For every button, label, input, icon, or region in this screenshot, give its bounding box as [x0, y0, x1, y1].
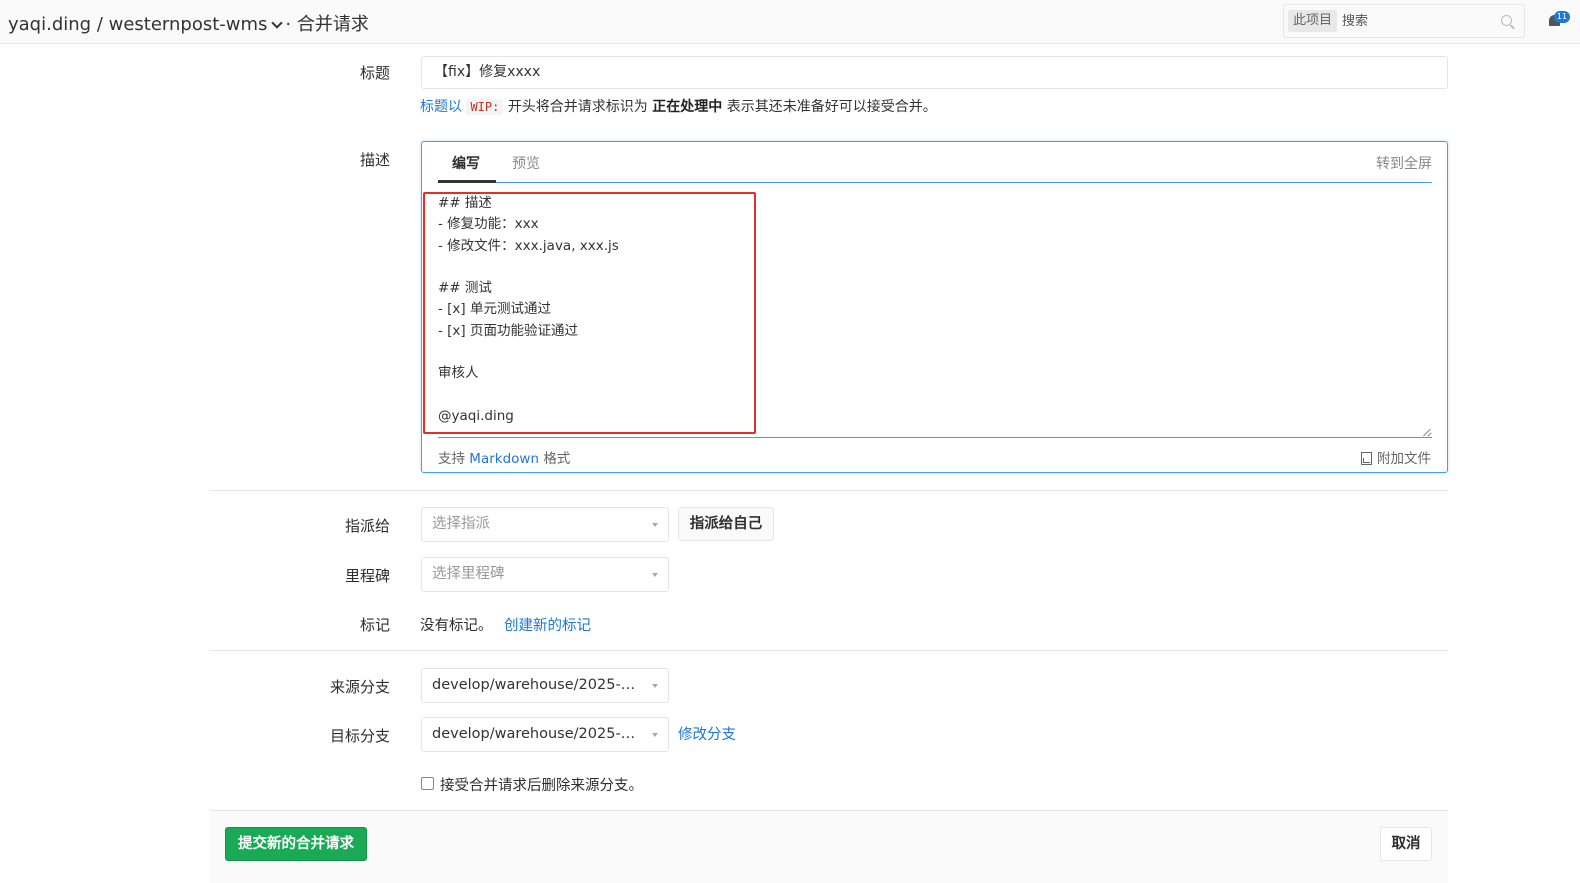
description-textarea[interactable]: ## 描述 - 修复功能：xxx - 修改文件：xxx.java, xxx.js #… — [438, 192, 1432, 438]
md-suffix: 格式 — [543, 451, 571, 467]
title-label: 标题 — [359, 64, 390, 82]
breadcrumb-project[interactable]: westernpost-wms — [109, 14, 268, 35]
description-text: ## 描述 - 修复功能：xxx - 修改文件：xxx.java, xxx.js #… — [438, 193, 619, 427]
fullscreen-link[interactable]: 转到全屏 — [1376, 153, 1432, 173]
notification-badge: 11 — [1554, 11, 1570, 23]
markdown-note: 支持 Markdown 格式 — [438, 447, 570, 467]
editor-tabs: 编写 预览 转到全屏 — [438, 142, 1432, 183]
tab-write[interactable]: 编写 — [452, 153, 480, 173]
description-line: - 修复功能：xxx — [438, 216, 539, 233]
breadcrumb-page: · 合并请求 — [285, 14, 369, 35]
description-line: - [x] 单元测试通过 — [438, 301, 551, 318]
caret-down-icon — [652, 573, 658, 577]
assignee-select[interactable]: 选择指派 — [421, 507, 669, 542]
search-box[interactable]: 此项目 — [1283, 4, 1525, 38]
chevron-down-icon[interactable] — [271, 17, 284, 29]
description-line: @yaqi.ding — [438, 407, 514, 424]
image-file-icon — [1361, 452, 1372, 465]
description-label: 描述 — [359, 151, 390, 169]
tab-preview[interactable]: 预览 — [512, 153, 540, 173]
delete-source-checkbox[interactable] — [421, 777, 434, 790]
description-line: - 修改文件：xxx.java, xxx.js — [438, 237, 619, 254]
source-branch-value: develop/warehouse/2025-07-lg... — [432, 677, 644, 693]
assignee-label: 指派给 — [344, 517, 390, 535]
milestone-select[interactable]: 选择里程碑 — [421, 557, 669, 592]
section-divider — [210, 650, 1448, 651]
description-line: - [x] 页面功能验证通过 — [438, 322, 578, 339]
search-icon — [1501, 15, 1512, 26]
wip-hint: 标题以 WIP: 开头将合并请求标识为 正在处理中 表示其还未准备好可以接受合并… — [420, 96, 937, 116]
hint-prefix-link[interactable]: 标题以 — [420, 99, 462, 115]
target-branch-select[interactable]: develop/warehouse/2025-07-lg... — [421, 717, 669, 752]
top-header: yaqi.ding / westernpost-wms · 合并请求 此项目 11 — [0, 0, 1580, 44]
no-labels-text: 没有标记。 — [420, 618, 493, 634]
wip-code: WIP: — [466, 99, 504, 115]
source-branch-select[interactable]: develop/warehouse/2025-07-lg... — [421, 668, 669, 703]
target-branch-value: develop/warehouse/2025-07-lg... — [432, 726, 644, 742]
attach-label: 附加文件 — [1377, 451, 1431, 467]
form-actions — [210, 810, 1448, 883]
cancel-button[interactable]: 取消 — [1380, 827, 1432, 861]
labels-label: 标记 — [359, 616, 390, 634]
description-line: ## 描述 — [438, 195, 492, 211]
description-editor: 编写 预览 转到全屏 ## 描述 - 修复功能：xxx - 修改文件：xxx.jav… — [421, 141, 1448, 473]
hint-bold: 正在处理中 — [652, 99, 723, 115]
target-branch-label: 目标分支 — [329, 727, 390, 745]
milestone-placeholder: 选择里程碑 — [432, 566, 505, 582]
breadcrumb-separator: / — [91, 14, 109, 35]
description-line: 审核人 — [438, 365, 479, 382]
description-line — [438, 342, 619, 363]
caret-down-icon — [652, 523, 658, 527]
caret-down-icon — [652, 733, 658, 737]
hint-suffix: 表示其还未准备好可以接受合并。 — [726, 99, 937, 115]
md-prefix: 支持 — [438, 451, 465, 467]
title-input[interactable]: 【fix】修复xxxx — [421, 56, 1448, 89]
assignee-placeholder: 选择指派 — [432, 516, 490, 532]
notification-bell-icon[interactable]: 11 — [1548, 11, 1570, 29]
submit-merge-request-button[interactable]: 提交新的合并请求 — [225, 827, 367, 861]
change-branch-link[interactable]: 修改分支 — [678, 723, 736, 744]
milestone-label: 里程碑 — [344, 567, 390, 585]
description-line — [438, 385, 619, 406]
breadcrumb: yaqi.ding / westernpost-wms · 合并请求 — [8, 10, 369, 36]
description-line — [438, 257, 619, 278]
assign-to-me-button[interactable]: 指派给自己 — [678, 507, 774, 541]
hint-middle: 开头将合并请求标识为 — [507, 99, 648, 115]
search-input[interactable] — [1342, 9, 1492, 33]
attach-file-button[interactable]: 附加文件 — [1361, 447, 1431, 467]
active-tab-underline — [438, 180, 496, 183]
caret-down-icon — [652, 684, 658, 688]
description-line: ## 测试 — [438, 280, 492, 297]
create-label-link[interactable]: 创建新的标记 — [504, 614, 591, 635]
source-branch-label: 来源分支 — [329, 678, 390, 696]
section-divider — [210, 490, 1448, 491]
resize-handle-icon[interactable] — [1423, 428, 1431, 436]
search-scope-badge: 此项目 — [1288, 10, 1338, 32]
breadcrumb-user[interactable]: yaqi.ding — [8, 14, 91, 35]
markdown-link[interactable]: Markdown — [469, 451, 539, 467]
delete-source-label[interactable]: 接受合并请求后删除来源分支。 — [440, 774, 643, 795]
